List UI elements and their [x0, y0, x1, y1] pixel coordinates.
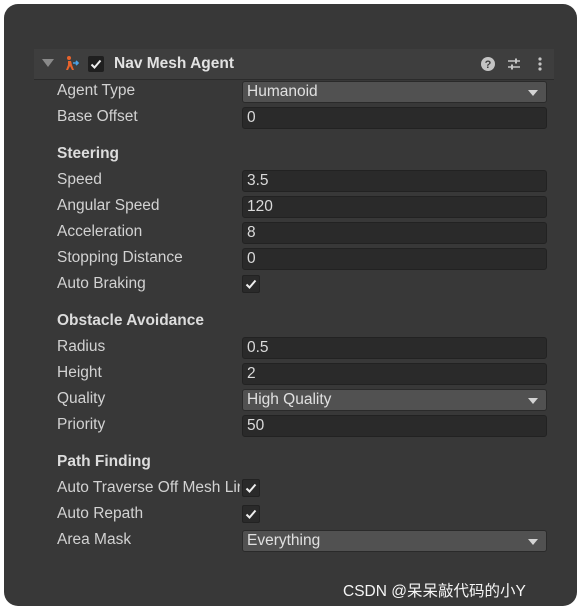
radius-label: Radius — [57, 338, 106, 355]
auto-traverse-checkbox[interactable] — [242, 479, 260, 497]
angular-speed-field[interactable]: 120 — [242, 196, 547, 218]
stopping-distance-label: Stopping Distance — [57, 249, 183, 266]
agent-type-value: Humanoid — [247, 83, 318, 100]
height-label: Height — [57, 364, 102, 381]
acceleration-field[interactable]: 8 — [242, 222, 547, 244]
nav-mesh-agent-icon — [66, 56, 80, 70]
steering-heading: Steering — [57, 145, 120, 162]
checkmark-icon — [245, 483, 257, 493]
stopping-distance-field[interactable]: 0 — [242, 248, 547, 270]
presets-icon[interactable] — [506, 56, 522, 72]
component-enabled-checkbox[interactable] — [88, 56, 104, 72]
component-title: Nav Mesh Agent — [114, 55, 235, 72]
more-options-icon[interactable] — [532, 56, 548, 72]
base-offset-label: Base Offset — [57, 108, 138, 125]
auto-traverse-label: Auto Traverse Off Mesh Link — [57, 479, 240, 496]
quality-value: High Quality — [247, 391, 332, 408]
speed-label: Speed — [57, 171, 102, 188]
area-mask-value: Everything — [247, 532, 321, 549]
angular-speed-label: Angular Speed — [57, 197, 160, 214]
chevron-down-icon — [528, 539, 538, 545]
area-mask-dropdown[interactable]: Everything — [242, 530, 547, 552]
watermark: CSDN @呆呆敲代码的小Y — [343, 583, 526, 600]
auto-repath-checkbox[interactable] — [242, 505, 260, 523]
checkmark-icon — [245, 279, 257, 289]
height-field[interactable]: 2 — [242, 363, 547, 385]
path-finding-heading: Path Finding — [57, 453, 151, 470]
quality-dropdown[interactable]: High Quality — [242, 389, 547, 411]
agent-type-dropdown[interactable]: Humanoid — [242, 81, 547, 103]
area-mask-label: Area Mask — [57, 531, 132, 548]
agent-type-label: Agent Type — [57, 82, 136, 99]
foldout-arrow-icon[interactable] — [42, 59, 54, 67]
speed-field[interactable]: 3.5 — [242, 170, 547, 192]
component-header[interactable]: Nav Mesh Agent ? — [34, 49, 554, 80]
obstacle-avoidance-heading: Obstacle Avoidance — [57, 312, 205, 329]
chevron-down-icon — [528, 90, 538, 96]
priority-label: Priority — [57, 416, 106, 433]
auto-braking-checkbox[interactable] — [242, 275, 260, 293]
checkmark-icon — [245, 509, 257, 519]
quality-label: Quality — [57, 390, 106, 407]
help-icon[interactable]: ? — [480, 56, 496, 72]
svg-text:?: ? — [485, 59, 492, 71]
auto-repath-label: Auto Repath — [57, 505, 144, 522]
chevron-down-icon — [528, 398, 538, 404]
acceleration-label: Acceleration — [57, 223, 143, 240]
priority-field[interactable]: 50 — [242, 415, 547, 437]
radius-field[interactable]: 0.5 — [242, 337, 547, 359]
base-offset-field[interactable]: 0 — [242, 107, 547, 129]
auto-braking-label: Auto Braking — [57, 275, 146, 292]
